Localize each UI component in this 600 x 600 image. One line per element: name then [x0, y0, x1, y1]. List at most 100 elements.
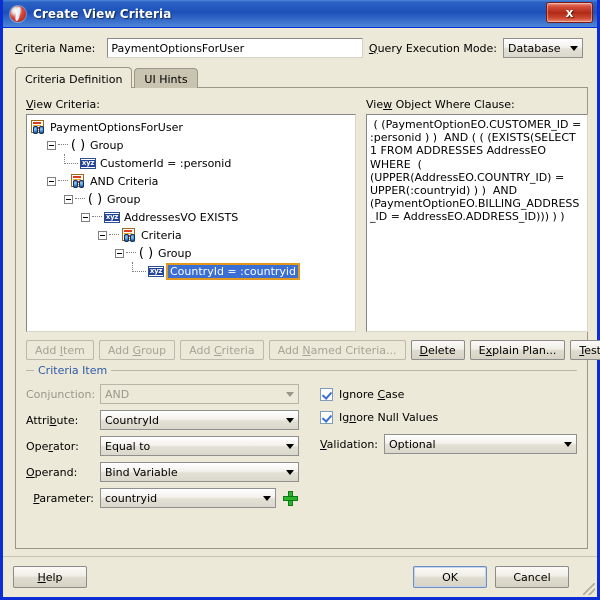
ignore-null-values-checkbox[interactable] [319, 411, 333, 424]
collapse-icon[interactable] [98, 230, 107, 240]
criteria-icon [121, 228, 137, 242]
tree-node[interactable]: ( ) Group [27, 190, 355, 208]
tree-node-label: Group [158, 246, 192, 260]
criteria-item-form-left: Conjunction: AND Attribute: CountryId Op… [26, 381, 306, 511]
resize-grip-icon[interactable] [583, 583, 595, 595]
tree-root: PaymentOptionsForUser ( ) Group xyz Customer… [27, 118, 355, 280]
tree-node-label: Group [107, 192, 141, 206]
xyz-icon: xyz [80, 157, 96, 169]
chevron-down-icon [560, 435, 576, 453]
operand-value: Bind Variable [105, 465, 178, 479]
collapse-icon[interactable] [47, 176, 56, 186]
ignore-case-checkbox[interactable] [319, 388, 333, 401]
panes: View Criteria: PaymentOptionsForUser ( ) G… [26, 98, 588, 332]
ok-button[interactable]: OK [413, 566, 487, 588]
add-item-button[interactable]: Add Item [26, 340, 94, 360]
criteria-item-form-right: Ignore Case Ignore Null Values Validatio… [319, 381, 577, 511]
jdeveloper-icon [10, 5, 26, 22]
tree-node-label: AND Criteria [90, 174, 159, 188]
chevron-down-icon [282, 385, 298, 403]
attribute-row: Attribute: CountryId [26, 407, 306, 433]
explain-plan-button[interactable]: Explain Plan... [469, 340, 566, 360]
operator-select[interactable]: Equal to [100, 436, 299, 456]
attribute-value: CountryId [105, 413, 159, 427]
conjunction-row: Conjunction: AND [26, 381, 306, 407]
tree-node[interactable]: AND Criteria [27, 172, 355, 190]
delete-button[interactable]: Delete [410, 340, 465, 360]
tree-connector [132, 262, 146, 272]
title-bar: Create View Criteria x [3, 0, 597, 28]
tree-connector [64, 154, 78, 164]
paren-icon: ( ) [138, 245, 154, 261]
tree-node-label: AddressesVO EXISTS [124, 210, 239, 224]
tab-ui-hints[interactable]: UI Hints [134, 68, 198, 88]
query-execution-mode-group: Query Execution Mode: Database [369, 38, 585, 58]
tree-node-label: Group [90, 138, 124, 152]
operator-row: Operator: Equal to [26, 433, 306, 459]
tree-node-label: Criteria [141, 228, 182, 242]
criteria-icon [70, 174, 86, 188]
ignore-case-row[interactable]: Ignore Case [319, 383, 577, 406]
collapse-icon[interactable] [47, 140, 56, 150]
cancel-button[interactable]: Cancel [495, 566, 569, 588]
close-icon[interactable]: x [546, 2, 593, 23]
conjunction-value: AND [105, 387, 130, 401]
criteria-name-label: Criteria Name: [15, 41, 96, 55]
tab-criteria-definition-label: Criteria Definition [25, 72, 123, 86]
tree-node[interactable]: PaymentOptionsForUser [27, 118, 355, 136]
tab-criteria-definition[interactable]: Criteria Definition [15, 67, 133, 88]
conjunction-select: AND [100, 384, 299, 404]
tree-node[interactable]: xyz CountryId = :countryid [27, 262, 355, 280]
query-execution-mode-label: Query Execution Mode: [368, 41, 497, 55]
operand-label: Operand: [26, 465, 78, 479]
validation-select[interactable]: Optional [384, 434, 577, 454]
tab-ui-hints-label: UI Hints [144, 73, 188, 86]
collapse-icon[interactable] [81, 212, 90, 222]
validation-label: Validation: [319, 437, 378, 451]
test-button[interactable]: Test [570, 340, 600, 360]
tree-node[interactable]: ( ) Group [27, 244, 355, 262]
tree-node[interactable]: xyz AddressesVO EXISTS [27, 208, 355, 226]
window-title: Create View Criteria [33, 6, 172, 21]
ignore-case-label: Ignore Case [338, 388, 405, 401]
where-clause-box[interactable]: ( (PaymentOptionEO.CUSTOMER_ID = :person… [366, 114, 588, 332]
criteria-definition-panel: View Criteria: PaymentOptionsForUser ( ) G… [15, 87, 600, 549]
collapse-icon[interactable] [64, 194, 73, 204]
xyz-icon: xyz [104, 211, 120, 223]
view-criteria-tree[interactable]: PaymentOptionsForUser ( ) Group xyz Customer… [26, 114, 356, 332]
operator-value: Equal to [105, 439, 151, 453]
validation-value: Optional [389, 437, 436, 451]
ignore-null-values-row[interactable]: Ignore Null Values [319, 406, 577, 429]
add-group-button[interactable]: Add Group [98, 340, 176, 360]
create-view-criteria-dialog: Create View Criteria x Criteria Name: Qu… [0, 0, 600, 600]
add-criteria-button[interactable]: Add Criteria [180, 340, 264, 360]
attribute-select[interactable]: CountryId [100, 410, 299, 430]
criteria-item-group: Criteria Item Conjunction: AND Attribute… [26, 364, 577, 542]
tree-action-buttons: Add Item Add Group Add Criteria Add Name… [26, 340, 600, 360]
plus-icon[interactable] [283, 490, 298, 506]
ignore-null-values-label: Ignore Null Values [338, 411, 439, 424]
tree-node[interactable]: xyz CustomerId = :personid [27, 154, 355, 172]
parameter-value: countryid [105, 491, 158, 505]
tab-strip: Criteria Definition UI Hints [15, 67, 597, 88]
operator-label: Operator: [26, 439, 79, 453]
criteria-item-group-title: Criteria Item [34, 364, 112, 377]
collapse-icon[interactable] [115, 248, 124, 258]
where-clause-text: ( (PaymentOptionEO.CUSTOMER_ID = :person… [370, 118, 585, 224]
tree-connector [126, 252, 136, 254]
tree-node[interactable]: ( ) Group [27, 136, 355, 154]
chevron-down-icon [259, 489, 275, 507]
criteria-icon [30, 120, 46, 134]
tree-node-label: CustomerId = :personid [100, 156, 232, 170]
view-criteria-pane: View Criteria: PaymentOptionsForUser ( ) G… [26, 98, 356, 332]
operand-row: Operand: Bind Variable [26, 459, 306, 485]
help-button[interactable]: Help [13, 566, 87, 588]
tree-node[interactable]: Criteria [27, 226, 355, 244]
operand-select[interactable]: Bind Variable [100, 462, 299, 482]
query-execution-mode-select[interactable]: Database [503, 38, 583, 58]
parameter-select[interactable]: countryid [100, 488, 276, 508]
criteria-name-input[interactable] [107, 38, 363, 58]
add-named-criteria-button[interactable]: Add Named Criteria... [268, 340, 406, 360]
conjunction-label: Conjunction: [26, 387, 96, 401]
xyz-icon: xyz [148, 265, 164, 277]
